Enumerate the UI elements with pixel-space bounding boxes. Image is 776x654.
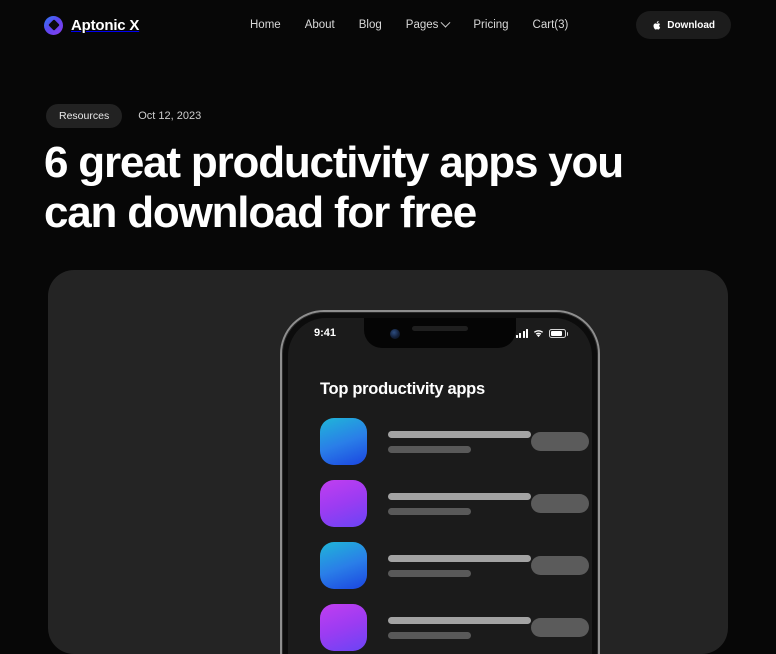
nav-item-cart[interactable]: Cart(3) — [533, 19, 569, 31]
phone-screen: 9:41 Top productivity apps — [288, 318, 592, 654]
phone-power-button — [598, 450, 600, 500]
skeleton-line-primary — [388, 554, 531, 562]
app-icon-gradient-blue — [320, 418, 367, 465]
hero-image-card: 9:41 Top productivity apps — [48, 270, 728, 654]
skeleton-line-secondary — [388, 445, 471, 453]
site-header: Aptonic X Home About Blog Pages Pricing … — [0, 0, 776, 50]
nav-label: Cart(3) — [532, 19, 569, 31]
skeleton-line-primary — [388, 492, 531, 500]
nav-item-blog[interactable]: Blog — [359, 19, 382, 31]
publish-date: Oct 12, 2023 — [138, 110, 202, 122]
battery-icon — [549, 328, 568, 338]
list-item[interactable] — [320, 418, 589, 465]
nav-item-pages[interactable]: Pages — [405, 17, 451, 31]
skeleton-line-secondary — [388, 631, 471, 639]
phone-screen-title: Top productivity apps — [320, 380, 485, 398]
phone-volume-up-button — [280, 434, 282, 466]
phone-volume-down-button — [280, 476, 282, 508]
phone-status-bar: 9:41 — [288, 318, 592, 348]
download-button[interactable]: Download — [636, 11, 731, 39]
app-list — [320, 418, 589, 654]
status-bar-time: 9:41 — [314, 327, 337, 339]
status-bar-icons — [515, 328, 568, 338]
diamond-circle-logo-icon — [44, 15, 63, 35]
install-pill-button[interactable] — [531, 556, 589, 575]
nav-label: Pages — [405, 19, 439, 31]
nav-label: Home — [250, 19, 281, 31]
app-text-skeleton — [388, 554, 531, 577]
skeleton-line-primary — [388, 430, 531, 438]
skeleton-line-primary — [388, 616, 531, 624]
logo-diamond-shape — [47, 19, 60, 31]
brand-name: Aptonic X — [71, 16, 140, 34]
install-pill-button[interactable] — [531, 432, 589, 451]
install-pill-button[interactable] — [531, 494, 589, 513]
download-button-label: Download — [667, 19, 715, 31]
app-icon-gradient-blue — [320, 542, 367, 589]
nav-label: Blog — [358, 19, 382, 31]
main-nav: Home About Blog Pages Pricing Cart(3) — [250, 17, 569, 31]
list-item[interactable] — [320, 480, 589, 527]
nav-item-about[interactable]: About — [305, 19, 335, 31]
nav-label: About — [304, 19, 335, 31]
page-root: Aptonic X Home About Blog Pages Pricing … — [0, 0, 776, 654]
list-item[interactable] — [320, 542, 589, 589]
brand-logo-link[interactable]: Aptonic X — [44, 15, 140, 35]
list-item[interactable] — [320, 604, 589, 651]
article-meta: Resources Oct 12, 2023 — [46, 104, 201, 128]
app-icon-gradient-purple — [320, 480, 367, 527]
apple-icon — [653, 20, 661, 30]
signal-bars-icon — [515, 328, 528, 338]
wifi-icon — [533, 329, 544, 337]
install-pill-button[interactable] — [531, 618, 589, 637]
app-text-skeleton — [388, 492, 531, 515]
category-badge[interactable]: Resources — [46, 104, 123, 128]
nav-label: Pricing — [473, 19, 509, 31]
chevron-down-icon — [440, 17, 451, 28]
skeleton-line-secondary — [388, 507, 471, 515]
app-text-skeleton — [388, 616, 531, 639]
page-title: 6 great productivity apps you can downlo… — [44, 138, 624, 237]
nav-item-home[interactable]: Home — [250, 19, 281, 31]
phone-silent-switch — [280, 398, 282, 415]
phone-mockup: 9:41 Top productivity apps — [280, 310, 600, 654]
app-icon-gradient-purple — [320, 604, 367, 651]
skeleton-line-secondary — [388, 569, 471, 577]
app-text-skeleton — [388, 430, 531, 453]
nav-item-pricing[interactable]: Pricing — [473, 19, 508, 31]
